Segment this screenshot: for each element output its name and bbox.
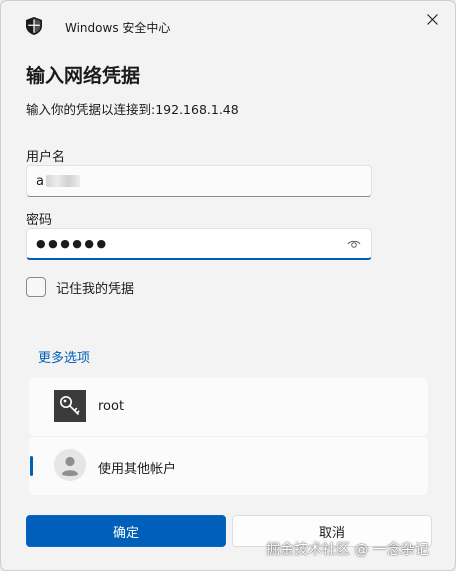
selected-indicator <box>30 456 33 476</box>
shield-icon <box>26 17 42 35</box>
username-field[interactable]: a <box>26 165 372 197</box>
watermark: 掘金技术社区 @ 一念杂记 <box>266 542 429 558</box>
account-option-root[interactable]: root <box>29 378 428 436</box>
title-bar: Windows 安全中心 <box>1 1 455 49</box>
remember-credentials[interactable]: 记住我的凭据 <box>26 277 134 297</box>
username-label: 用户名 <box>26 150 66 165</box>
remember-checkbox[interactable] <box>26 277 46 297</box>
ok-button[interactable]: 确定 <box>26 515 226 547</box>
person-icon <box>54 449 86 481</box>
password-value: ●●●●●● <box>36 237 109 250</box>
dialog-heading: 输入网络凭据 <box>26 65 141 87</box>
close-icon <box>426 13 438 25</box>
key-icon <box>54 390 86 422</box>
account-name: 使用其他帐户 <box>98 462 177 477</box>
account-option-other[interactable]: 使用其他帐户 <box>29 437 428 495</box>
username-value: a <box>36 173 44 189</box>
reveal-password-icon[interactable] <box>347 238 361 250</box>
more-options-link[interactable]: 更多选项 <box>38 347 90 366</box>
redacted-text <box>45 175 80 187</box>
app-title: Windows 安全中心 <box>65 21 171 35</box>
close-button[interactable] <box>409 1 455 37</box>
dialog-subtitle: 输入你的凭据以连接到:192.168.1.48 <box>26 102 239 117</box>
account-name: root <box>98 399 125 414</box>
password-label: 密码 <box>26 213 53 228</box>
password-field[interactable]: ●●●●●● <box>26 228 372 260</box>
credential-dialog: Windows 安全中心 输入网络凭据 输入你的凭据以连接到:192.168.1… <box>0 0 456 571</box>
remember-label: 记住我的凭据 <box>56 281 135 297</box>
